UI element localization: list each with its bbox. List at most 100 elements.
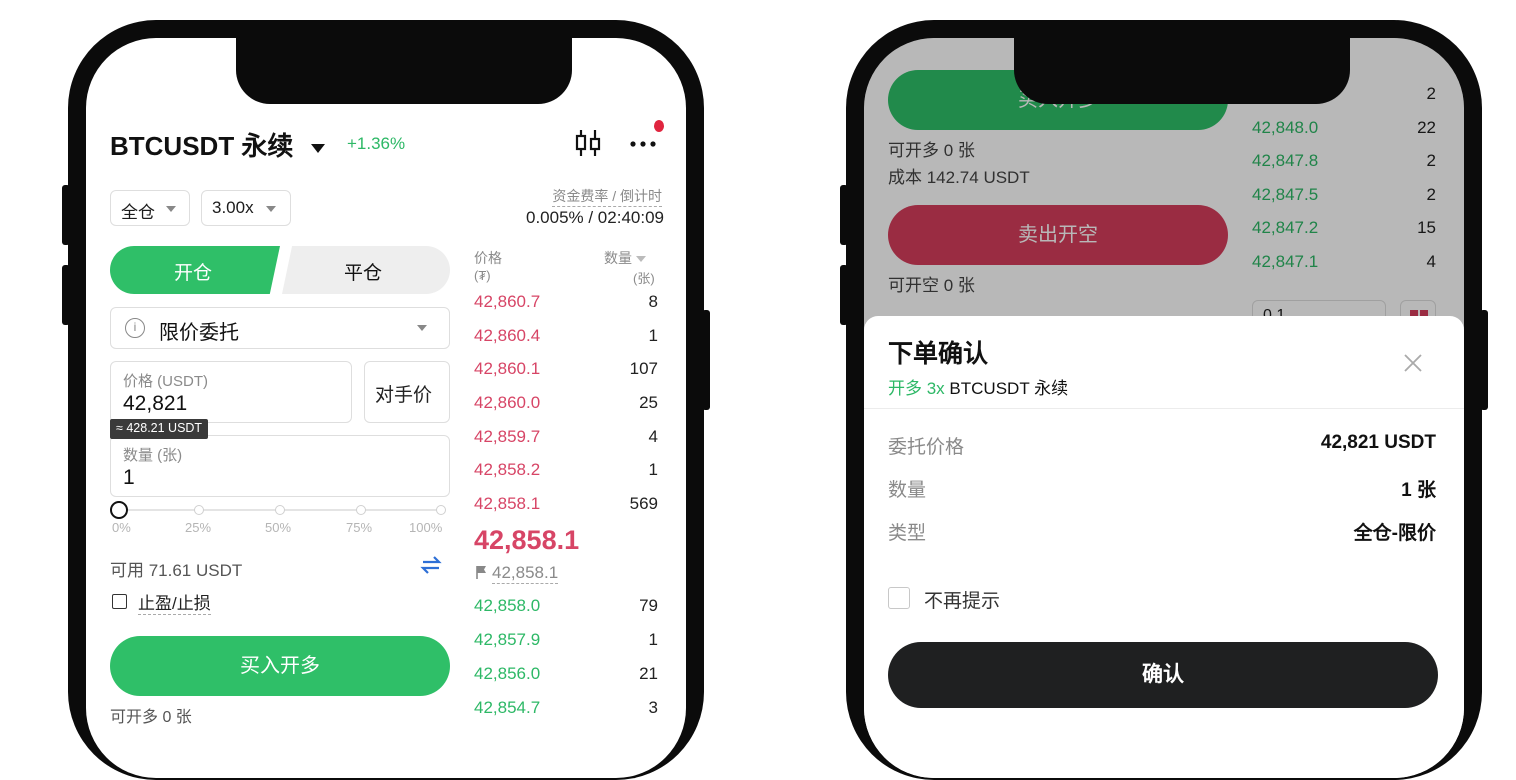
can-open-long: 可开多 0 张	[110, 709, 192, 726]
ask-qty: 4	[648, 427, 658, 446]
slider-tick[interactable]	[194, 505, 204, 515]
leverage-select[interactable]: 3.00x	[201, 190, 291, 226]
notification-dot-icon	[654, 120, 664, 132]
ask-qty: 569	[629, 494, 658, 513]
price-input-value: 42,821	[123, 392, 188, 415]
ask-row[interactable]: 42,860.7 8	[474, 286, 658, 319]
dont-remind-checkbox[interactable]	[888, 587, 910, 609]
phone-side-button	[702, 310, 710, 410]
tpsl-label[interactable]: 止盈/止损	[138, 589, 211, 615]
ask-price: 42,858.2	[474, 460, 541, 479]
symbol-title: BTCUSDT 永续	[110, 131, 294, 161]
order-type-value: 限价委托	[159, 322, 239, 344]
ask-row[interactable]: 42,859.7 4	[474, 421, 658, 454]
phone-side-button	[62, 265, 70, 325]
orderbook-price-unit: (₮)	[474, 268, 491, 283]
bid-qty: 79	[639, 596, 658, 615]
chevron-down-icon	[166, 206, 176, 212]
tab-close-label: 平仓	[344, 263, 383, 284]
phone-notch	[236, 38, 572, 104]
phone-notch	[1014, 38, 1350, 104]
ask-qty: 1	[648, 460, 658, 479]
ask-price: 42,860.1	[474, 359, 541, 378]
margin-mode-value: 全仓	[121, 203, 155, 222]
row-label-type: 类型	[888, 523, 927, 544]
approx-value-tooltip: ≈ 428.21 USDT	[110, 419, 209, 439]
slider-thumb[interactable]	[110, 501, 128, 519]
chevron-down-icon	[417, 325, 427, 331]
margin-mode-select[interactable]: 全仓	[110, 190, 190, 226]
leverage-value: 3.00x	[212, 198, 254, 217]
orderbook-price-header: 价格	[474, 250, 502, 266]
chevron-down-icon	[635, 256, 646, 263]
phone-side-button	[1480, 310, 1488, 410]
symbol-selector[interactable]: BTCUSDT 永续	[110, 126, 325, 163]
available-balance: 可用 71.61 USDT	[110, 561, 243, 580]
close-icon[interactable]	[1402, 352, 1424, 374]
row-value-type: 全仓-限价	[1353, 523, 1436, 544]
confirm-button-label: 确认	[1142, 663, 1184, 686]
dialog-divider	[864, 408, 1464, 409]
tpsl-checkbox[interactable]	[112, 594, 127, 609]
ask-row[interactable]: 42,858.1 569	[474, 488, 658, 521]
order-type-select[interactable]: i 限价委托	[110, 307, 450, 349]
mark-price-flag-icon	[476, 565, 488, 579]
slider-label-75: 75%	[346, 520, 373, 535]
tab-open-position[interactable]: 开仓	[110, 246, 280, 294]
bid-row[interactable]: 42,854.7 3	[474, 692, 658, 725]
buy-open-long-label: 买入开多	[240, 655, 320, 677]
ask-qty: 107	[629, 359, 658, 378]
ask-price: 42,860.4	[474, 326, 541, 345]
info-icon: i	[125, 318, 145, 338]
right-phone-frame: 买入开多 可开多 0 张 成本 142.74 USDT 卖出开空 可开空 0 张…	[840, 20, 1488, 780]
quantity-input-value: 1	[123, 466, 135, 489]
slider-label-0: 0%	[112, 520, 131, 535]
bid-row[interactable]: 42,857.9 1	[474, 624, 658, 657]
quantity-input[interactable]: 数量 (张) 1	[110, 435, 450, 497]
bid-qty: 3	[648, 698, 658, 717]
mark-price[interactable]: 42,858.1	[492, 563, 559, 584]
left-phone-frame: BTCUSDT 永续 +1.36% 全仓 3.00x 资金费率 / 倒计时 0.…	[62, 20, 710, 780]
transfer-icon[interactable]	[420, 555, 442, 575]
orderbook-qty-unit: (张)	[633, 271, 655, 286]
tab-open-label: 开仓	[174, 263, 213, 284]
bid-row[interactable]: 42,858.0 79	[474, 590, 658, 623]
bid-qty: 1	[648, 630, 658, 649]
ask-row[interactable]: 42,860.0 25	[474, 387, 658, 420]
ask-price: 42,859.7	[474, 427, 541, 446]
phone-side-button	[840, 185, 848, 245]
ask-row[interactable]: 42,860.4 1	[474, 320, 658, 353]
funding-rate-label[interactable]: 资金费率 / 倒计时	[552, 186, 662, 207]
slider-tick[interactable]	[275, 505, 285, 515]
price-input-label: 价格 (USDT)	[123, 373, 208, 390]
funding-rate-value: 0.005% / 02:40:09	[525, 208, 664, 227]
dialog-title: 下单确认	[888, 340, 989, 368]
slider-tick[interactable]	[356, 505, 366, 515]
ask-row[interactable]: 42,858.2 1	[474, 454, 658, 487]
phone-side-button	[840, 265, 848, 325]
chevron-down-icon	[310, 143, 325, 153]
ask-row[interactable]: 42,860.1 107	[474, 353, 658, 386]
chevron-down-icon	[266, 206, 276, 212]
slider-label-100: 100%	[409, 520, 443, 535]
bid-price: 42,858.0	[474, 596, 541, 615]
right-screen: 买入开多 可开多 0 张 成本 142.74 USDT 卖出开空 可开空 0 张…	[864, 38, 1464, 778]
buy-open-long-button[interactable]: 买入开多	[110, 636, 450, 696]
confirm-button[interactable]: 确认	[888, 642, 1438, 708]
candlestick-chart-icon[interactable]	[574, 128, 602, 158]
counter-price-button[interactable]: 对手价	[364, 361, 450, 423]
slider-tick[interactable]	[436, 505, 446, 515]
orderbook-qty-header[interactable]: 数量	[604, 248, 646, 268]
more-icon[interactable]	[628, 134, 662, 150]
price-input[interactable]: 价格 (USDT) 42,821	[110, 361, 352, 423]
quantity-input-label: 数量 (张)	[123, 447, 183, 464]
phone-side-button	[62, 185, 70, 245]
dont-remind-label: 不再提示	[924, 591, 1001, 612]
dialog-symbol: BTCUSDT 永续	[949, 379, 1069, 398]
tab-close-position[interactable]: 平仓	[282, 246, 450, 294]
bid-row[interactable]: 42,856.0 21	[474, 658, 658, 691]
left-screen: BTCUSDT 永续 +1.36% 全仓 3.00x 资金费率 / 倒计时 0.…	[86, 38, 686, 778]
ask-price: 42,860.7	[474, 292, 541, 311]
dialog-subtitle: 开多 3x BTCUSDT 永续	[888, 374, 1068, 399]
bid-qty: 21	[639, 664, 658, 683]
